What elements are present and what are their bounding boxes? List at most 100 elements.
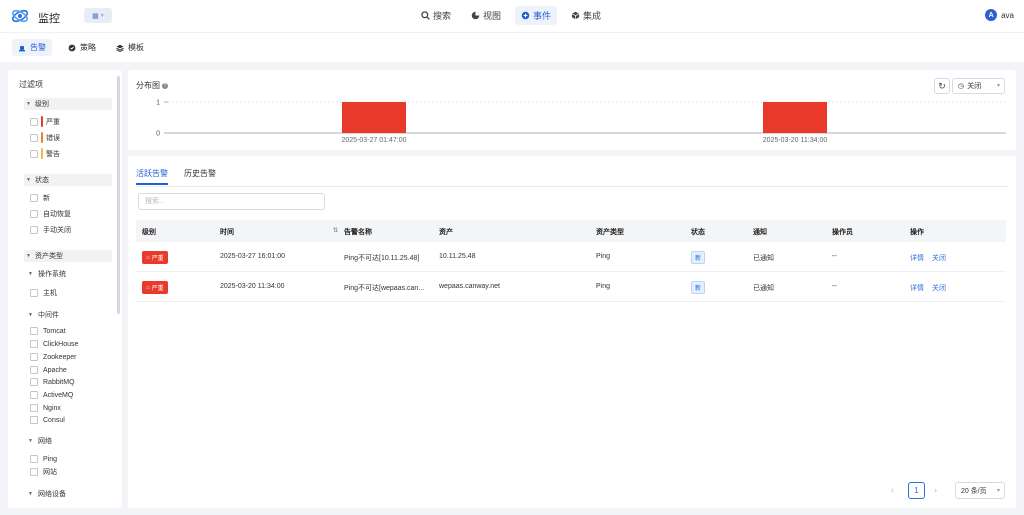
caret-down-icon: ▼	[26, 101, 31, 107]
nav-label: 事件	[533, 11, 552, 21]
column-header: 告警名称	[344, 229, 372, 236]
filter-subgroup-network-device[interactable]: ▼ 网络设备	[28, 489, 66, 499]
filter-option-auto-recovered[interactable]: 自动恢复	[30, 209, 71, 219]
table-row[interactable]: ⌂ 严重 2025-03-27 16:01:00 Ping不可达[10.11.25…	[136, 242, 1006, 272]
checkbox[interactable]	[30, 455, 38, 463]
y-tick-label: 1	[156, 100, 160, 107]
checkbox[interactable]	[30, 117, 38, 126]
filter-group-status[interactable]: ▼ 状态	[24, 174, 112, 186]
prev-page-icon[interactable]: ‹	[891, 485, 894, 495]
x-tick-label: 2025-03-27 01:47:00	[342, 137, 407, 144]
close-link[interactable]: 关闭	[932, 253, 946, 263]
event-icon	[521, 11, 530, 20]
checkbox[interactable]	[30, 378, 38, 386]
option-label: RabbitMQ	[43, 378, 75, 386]
next-page-icon[interactable]: ›	[934, 485, 937, 495]
tab-active-alarms[interactable]: 活跃告警	[136, 168, 168, 185]
severity-badge: ⌂ 严重	[142, 281, 168, 294]
nav-integration[interactable]: 集成	[565, 6, 607, 25]
tab-history-alarms[interactable]: 历史告警	[184, 168, 216, 185]
filter-option-zookeeper[interactable]: Zookeeper	[30, 353, 76, 361]
checkbox[interactable]	[30, 149, 38, 158]
filter-option-tomcat[interactable]: Tomcat	[30, 327, 66, 335]
sidebar-scrollbar[interactable]	[117, 76, 120, 314]
page-size-select[interactable]: 20 条/页 ▾	[955, 482, 1005, 499]
caret-down-icon: ▼	[26, 253, 31, 259]
checkbox[interactable]	[30, 194, 38, 202]
checkbox[interactable]	[30, 289, 38, 297]
checkbox[interactable]	[30, 391, 38, 399]
page-size-value: 20 条/页	[961, 487, 987, 495]
checkbox[interactable]	[30, 327, 38, 335]
detail-link[interactable]: 详情	[910, 283, 924, 293]
column-header: 通知	[753, 229, 767, 236]
checkbox[interactable]	[30, 416, 38, 424]
filter-subgroup-network[interactable]: ▼ 网络	[28, 436, 52, 446]
caret-down-icon: ▼	[28, 271, 33, 277]
filter-option-website[interactable]: 网站	[30, 467, 57, 477]
checkbox[interactable]	[30, 353, 38, 361]
nav-label: 集成	[583, 11, 602, 21]
app-switcher[interactable]: ▦ ▾	[84, 8, 112, 23]
filter-option-nginx[interactable]: Nginx	[30, 404, 61, 412]
subgroup-label: 中间件	[37, 312, 59, 319]
app-title: 监控	[38, 13, 60, 25]
filter-option-clickhouse[interactable]: ClickHouse	[30, 340, 78, 348]
caret-down-icon: ▼	[28, 491, 33, 497]
filter-option-manual-closed[interactable]: 手动关闭	[30, 225, 71, 235]
checkbox[interactable]	[30, 226, 38, 234]
subtab-policy[interactable]: 策略	[62, 39, 102, 56]
filter-option-apache[interactable]: Apache	[30, 366, 67, 374]
checkbox[interactable]	[30, 366, 38, 374]
filter-group-level[interactable]: ▼ 级别	[24, 98, 112, 110]
table-row[interactable]: ⌂ 严重 2025-03-20 11:34:00 Ping不可达[wepaas.c…	[136, 272, 1006, 302]
search-input[interactable]	[138, 193, 325, 210]
sort-icon[interactable]: ⇅	[333, 227, 338, 234]
option-label: ActiveMQ	[43, 391, 74, 399]
column-header: 操作员	[832, 229, 853, 236]
alarm-card: 活跃告警 历史告警 级别 时间 ⇅ 告警名称 资产 资产类型 状态 通知 操作员…	[128, 156, 1016, 508]
filter-option-activemq[interactable]: ActiveMQ	[30, 391, 73, 399]
subtab-label: 模板	[128, 43, 144, 52]
filter-option-error[interactable]: 错误	[30, 132, 60, 143]
search-icon	[421, 11, 430, 20]
detail-link[interactable]: 详情	[910, 253, 924, 263]
filter-option-ping[interactable]: Ping	[30, 455, 57, 463]
user-menu[interactable]: A ava	[985, 9, 1014, 21]
alarm-asset: wepaas.canway.net	[439, 283, 500, 290]
subtab-alarm[interactable]: 告警	[12, 39, 52, 56]
filter-option-host[interactable]: 主机	[30, 288, 57, 298]
filter-option-consul[interactable]: Consul	[30, 416, 65, 424]
option-label: 警告	[46, 150, 60, 158]
status-badge: 新	[691, 281, 706, 294]
filter-group-asset-type[interactable]: ▼ 资产类型	[24, 250, 112, 262]
filter-option-new[interactable]: 新	[30, 193, 50, 203]
filter-subgroup-os[interactable]: ▼ 操作系统	[28, 269, 66, 279]
top-bar: 监控 ▦ ▾ 搜索 视图 事件 集成 A ava	[0, 0, 1024, 32]
table-header: 级别 时间 ⇅ 告警名称 资产 资产类型 状态 通知 操作员 操作	[136, 220, 1006, 242]
checkbox[interactable]	[30, 340, 38, 348]
main-nav: 搜索 视图 事件 集成	[415, 6, 607, 25]
nav-view[interactable]: 视图	[465, 6, 507, 25]
filter-option-critical[interactable]: 严重	[30, 116, 60, 127]
column-header[interactable]: 时间	[220, 227, 234, 237]
alarm-icon	[19, 45, 25, 51]
severity-label: 严重	[151, 256, 164, 262]
checkbox[interactable]	[30, 210, 38, 218]
subtab-template[interactable]: 模板	[110, 39, 150, 56]
checkbox[interactable]	[30, 404, 38, 412]
filter-option-warning[interactable]: 警告	[30, 148, 60, 159]
caret-down-icon: ▼	[26, 177, 31, 183]
alarm-asset: 10.11.25.48	[439, 253, 476, 260]
filter-option-rabbitmq[interactable]: RabbitMQ	[30, 378, 75, 386]
filter-subgroup-middleware[interactable]: ▼ 中间件	[28, 310, 59, 320]
checkbox[interactable]	[30, 468, 38, 476]
x-tick-label: 2025-03-20 11:34:00	[763, 137, 828, 144]
nav-search[interactable]: 搜索	[415, 6, 457, 25]
app-logo-icon[interactable]	[10, 7, 30, 25]
close-link[interactable]: 关闭	[932, 283, 946, 293]
page-button[interactable]: 1	[908, 482, 925, 499]
nav-event[interactable]: 事件	[515, 6, 558, 25]
option-label: 新	[43, 195, 50, 202]
checkbox[interactable]	[30, 133, 38, 142]
